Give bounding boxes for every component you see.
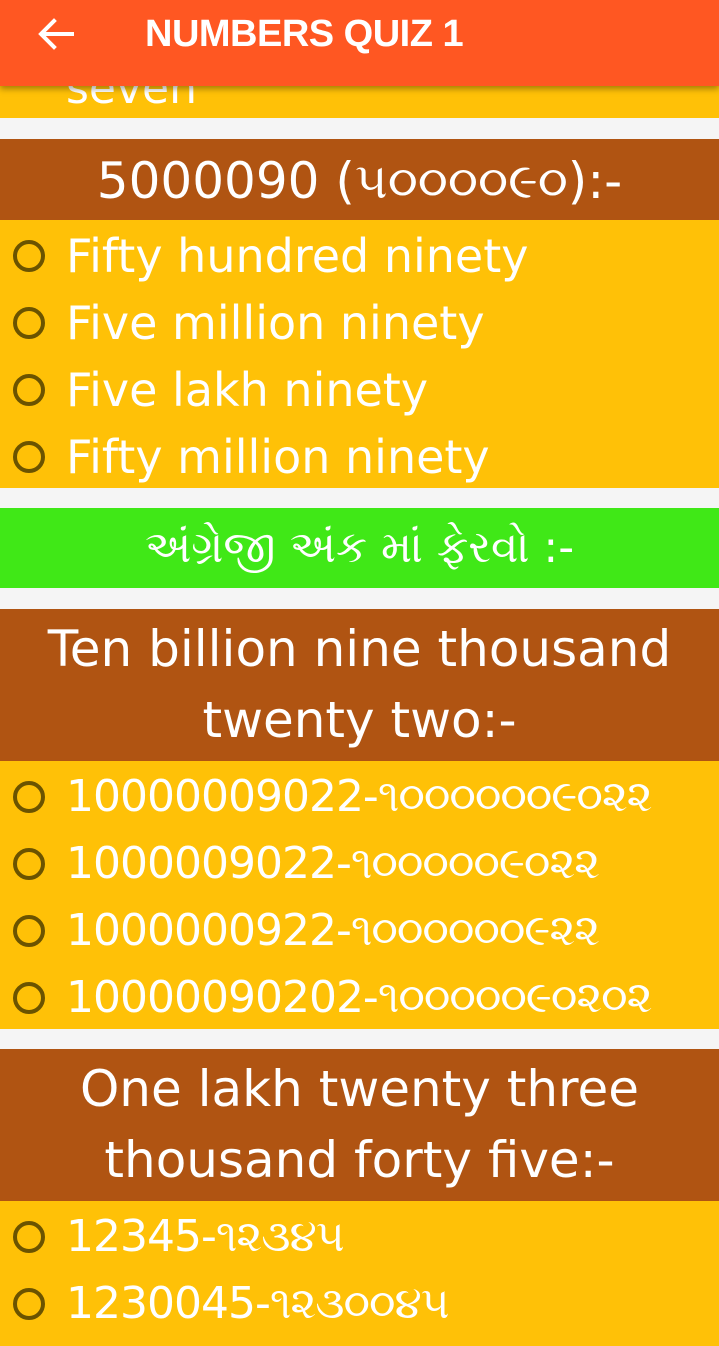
question-header: Ten billion nine thousand twenty two:- [0, 609, 719, 761]
option-item[interactable]: 10000009022-૧૦૦૦૦૦૦૯૦૨૨ [0, 763, 719, 831]
quiz-scroll-area[interactable]: seven 5000090 (૫૦૦૦૦૯૦):- Fifty hundred … [0, 0, 719, 1346]
section-banner-text: અંગ્રેજી અંક માં ફેરવો :- [144, 522, 575, 573]
option-label: 10000009022-૧૦૦૦૦૦૦૯૦૨૨ [66, 771, 652, 822]
radio-button[interactable] [13, 374, 45, 406]
option-label: Five million ninety [66, 296, 485, 350]
option-item[interactable]: Five million ninety [0, 289, 719, 357]
question-title-line: Ten billion nine thousand [47, 620, 672, 678]
options-group: 12345-૧૨૩૪૫ 1230045-૧૨૩૦૦૪૫ [0, 1201, 719, 1346]
options-group: 10000009022-૧૦૦૦૦૦૦૯૦૨૨ 1000009022-૧૦૦૦૦… [0, 761, 719, 1029]
radio-button[interactable] [13, 240, 45, 272]
option-label: Five lakh ninety [66, 363, 429, 417]
question-title-line: thousand forty five:- [104, 1131, 615, 1189]
radio-button[interactable] [13, 1221, 45, 1253]
options-group: Fifty hundred ninety Five million ninety… [0, 220, 719, 488]
question-title-line: twenty two:- [202, 691, 517, 749]
option-item[interactable]: 1230045-૧૨૩૦૦૪૫ [0, 1270, 719, 1338]
option-label: 1000000922-૧૦૦૦૦૦૦૯૨૨ [66, 905, 600, 956]
option-item[interactable]: 1000009022-૧૦૦૦૦૦૯૦૨૨ [0, 830, 719, 898]
option-label: Fifty million ninety [66, 430, 490, 484]
question-title-line: One lakh twenty three [79, 1060, 640, 1118]
app-bar: NUMBERS QUIZ 1 [0, 0, 719, 86]
back-button[interactable] [30, 14, 82, 54]
radio-button[interactable] [13, 848, 45, 880]
question-title: 5000090 (૫૦૦૦૦૯૦):- [96, 152, 623, 210]
radio-button[interactable] [13, 307, 45, 339]
option-item[interactable]: Fifty hundred ninety [0, 222, 719, 290]
section-banner: અંગ્રેજી અંક માં ફેરવો :- [0, 508, 719, 588]
page-title: NUMBERS QUIZ 1 [145, 13, 464, 55]
option-item[interactable]: Five lakh ninety [0, 356, 719, 424]
question-header: 5000090 (૫૦૦૦૦૯૦):- [0, 139, 719, 220]
option-label: 1000009022-૧૦૦૦૦૦૯૦૨૨ [66, 838, 600, 889]
option-label: 10000090202-૧૦૦૦૦૦૯૦૨૦૨ [66, 972, 652, 1023]
option-item[interactable]: Fifty million ninety [0, 423, 719, 491]
radio-button[interactable] [13, 441, 45, 473]
option-label: Fifty hundred ninety [66, 229, 529, 283]
radio-button[interactable] [13, 1288, 45, 1320]
question-header: One lakh twenty three thousand forty fiv… [0, 1049, 719, 1201]
option-item[interactable]: 10000090202-૧૦૦૦૦૦૯૦૨૦૨ [0, 964, 719, 1032]
radio-button[interactable] [13, 915, 45, 947]
arrow-left-icon [38, 18, 74, 50]
option-item[interactable]: 12345-૧૨૩૪૫ [0, 1203, 719, 1271]
option-label: 1230045-૧૨૩૦૦૪૫ [66, 1278, 450, 1329]
radio-button[interactable] [13, 982, 45, 1014]
option-item[interactable]: 1000000922-૧૦૦૦૦૦૦૯૨૨ [0, 897, 719, 965]
radio-button[interactable] [13, 781, 45, 813]
option-label: 12345-૧૨૩૪૫ [66, 1211, 345, 1262]
